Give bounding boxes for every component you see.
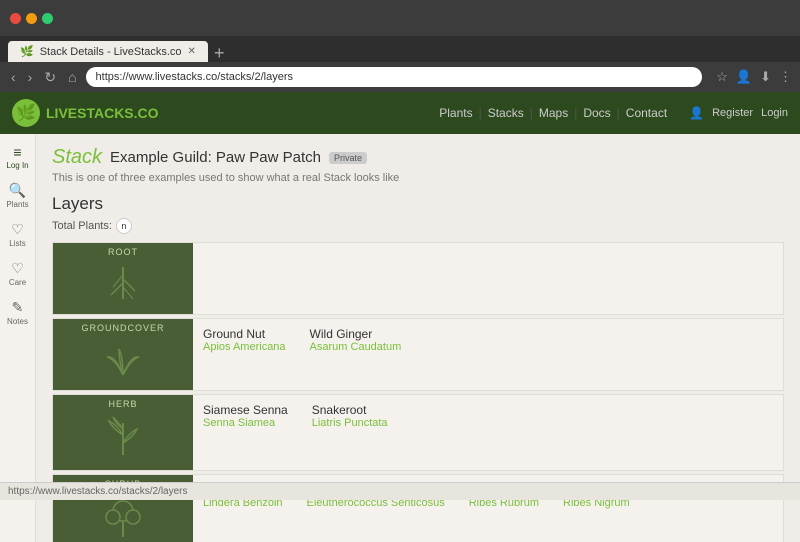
plant-common-name: Snakeroot	[312, 403, 388, 417]
plant-count-badge: n	[116, 218, 132, 234]
sidebar-item-login[interactable]: ≡ Log In	[0, 140, 35, 174]
settings-icon[interactable]: ⋮	[779, 69, 792, 85]
layer-row-root: ROOT	[52, 242, 784, 315]
main-content: Stack Example Guild: Paw Paw Patch Priva…	[36, 134, 800, 542]
top-navigation: 🌿 LIVESTACKS.CO Plants | Stacks | Maps |…	[0, 92, 800, 134]
layer-label-cell-groundcover: GROUNDCOVER	[53, 319, 193, 390]
plant-common-name: Wild Ginger	[310, 327, 402, 341]
plant-latin-name[interactable]: Asarum Caudatum	[310, 341, 402, 353]
browser-action-icons: ☆ 👤 ⬇ ⋮	[716, 69, 792, 85]
sidebar-item-lists[interactable]: ♡ Lists	[0, 217, 35, 252]
sidebar-care-label: Care	[9, 278, 26, 287]
nav-plants[interactable]: Plants	[439, 106, 472, 120]
status-bar: https://www.livestacks.co/stacks/2/layer…	[0, 482, 800, 500]
layer-label-text: ROOT	[53, 247, 193, 257]
login-icon: ≡	[13, 144, 21, 160]
private-badge: Private	[329, 152, 367, 164]
stack-header: Stack Example Guild: Paw Paw Patch Priva…	[52, 146, 784, 184]
browser-tabs: 🌿 Stack Details - LiveStacks.co ✕ +	[0, 36, 800, 62]
url-bar[interactable]: https://www.livestacks.co/stacks/2/layer…	[86, 67, 703, 87]
active-tab[interactable]: 🌿 Stack Details - LiveStacks.co ✕	[8, 41, 208, 62]
plant-latin-name[interactable]: Apios Americana	[203, 341, 286, 353]
nav-contact[interactable]: Contact	[626, 106, 667, 120]
plants-icon: 🔍	[9, 182, 26, 199]
care-icon: ♡	[11, 260, 24, 277]
address-bar-row: ‹ › ↻ ⌂ https://www.livestacks.co/stacks…	[0, 62, 800, 92]
notes-icon: ✎	[12, 299, 24, 316]
plant-entry: Snakeroot Liatris Punctata	[312, 403, 388, 429]
layer-label-cell-root: ROOT	[53, 243, 193, 314]
layer-plants-root	[193, 243, 213, 314]
plant-entry: Wild Ginger Asarum Caudatum	[310, 327, 402, 353]
stack-word: Stack	[52, 146, 102, 169]
sidebar-item-notes[interactable]: ✎ Notes	[0, 295, 35, 330]
stack-title-row: Stack Example Guild: Paw Paw Patch Priva…	[52, 146, 784, 169]
tl-green[interactable]	[42, 13, 53, 24]
nav-docs[interactable]: Docs	[583, 106, 610, 120]
total-plants-label: Total Plants:	[52, 220, 112, 232]
site-logo[interactable]: 🌿 LIVESTACKS.CO	[12, 99, 159, 127]
tl-yellow[interactable]	[26, 13, 37, 24]
home-button[interactable]: ⌂	[65, 69, 79, 85]
status-url: https://www.livestacks.co/stacks/2/layer…	[8, 486, 188, 497]
layer-plant-icon	[99, 495, 147, 542]
account-icon[interactable]: 👤	[736, 69, 752, 85]
layer-label-text: HERB	[53, 399, 193, 409]
layer-plant-icon	[99, 415, 147, 466]
refresh-button[interactable]: ↻	[41, 69, 59, 86]
nav-links: Plants | Stacks | Maps | Docs | Contact …	[439, 106, 788, 120]
plant-count: n	[121, 221, 126, 231]
sidebar-plants-label: Plants	[6, 200, 28, 209]
sidebar-notes-label: Notes	[7, 317, 28, 326]
back-button[interactable]: ‹	[8, 69, 19, 85]
logo-icon: 🌿	[12, 99, 40, 127]
sidebar: ≡ Log In 🔍 Plants ♡ Lists ♡ Care ✎ Notes	[0, 134, 36, 542]
url-text: https://www.livestacks.co/stacks/2/layer…	[96, 71, 293, 83]
nav-maps[interactable]: Maps	[539, 106, 568, 120]
layer-row-groundcover: GROUNDCOVER Ground Nut Apios Americana W…	[52, 318, 784, 391]
plant-common-name: Siamese Senna	[203, 403, 288, 417]
traffic-lights	[10, 13, 53, 24]
new-tab-button[interactable]: +	[208, 44, 231, 62]
sidebar-lists-label: Lists	[9, 239, 25, 248]
app-layout: ≡ Log In 🔍 Plants ♡ Lists ♡ Care ✎ Notes…	[0, 134, 800, 542]
plant-entry: Siamese Senna Senna Siamea	[203, 403, 288, 429]
layer-plant-icon	[99, 263, 147, 310]
stack-description: This is one of three examples used to sh…	[52, 172, 784, 184]
bookmark-icon[interactable]: ☆	[716, 69, 728, 85]
forward-button[interactable]: ›	[25, 69, 36, 85]
nav-stacks[interactable]: Stacks	[488, 106, 524, 120]
download-icon[interactable]: ⬇	[760, 69, 771, 85]
layer-label-text: GROUNDCOVER	[53, 323, 193, 333]
layer-plants-groundcover: Ground Nut Apios Americana Wild Ginger A…	[193, 319, 411, 390]
layer-plant-icon	[99, 339, 147, 386]
tab-close-btn[interactable]: ✕	[188, 46, 196, 57]
plant-latin-name[interactable]: Senna Siamea	[203, 417, 288, 429]
layers-heading: Layers	[52, 194, 784, 214]
plant-latin-name[interactable]: Liatris Punctata	[312, 417, 388, 429]
tab-favicon: 🌿	[20, 45, 34, 58]
nav-right-auth: 👤 Register Login	[689, 106, 788, 120]
tab-title: Stack Details - LiveStacks.co	[40, 46, 182, 58]
plant-entry: Ground Nut Apios Americana	[203, 327, 286, 353]
sidebar-item-plants[interactable]: 🔍 Plants	[0, 178, 35, 213]
register-link[interactable]: Register	[712, 107, 753, 119]
total-plants-row: Total Plants: n	[52, 218, 784, 234]
login-link[interactable]: Login	[761, 107, 788, 119]
logo-text: LIVESTACKS.CO	[46, 105, 159, 121]
tl-red[interactable]	[10, 13, 21, 24]
sidebar-item-care[interactable]: ♡ Care	[0, 256, 35, 291]
lists-icon: ♡	[11, 221, 24, 238]
plant-common-name: Ground Nut	[203, 327, 286, 341]
layer-row-herb: HERB Siamese Senna Senna Siamea Snakeroo…	[52, 394, 784, 471]
stack-name: Example Guild: Paw Paw Patch	[110, 149, 321, 166]
sidebar-login-label: Log In	[6, 161, 28, 170]
layer-label-cell-herb: HERB	[53, 395, 193, 470]
layer-plants-herb: Siamese Senna Senna Siamea Snakeroot Lia…	[193, 395, 398, 470]
browser-chrome	[0, 0, 800, 36]
